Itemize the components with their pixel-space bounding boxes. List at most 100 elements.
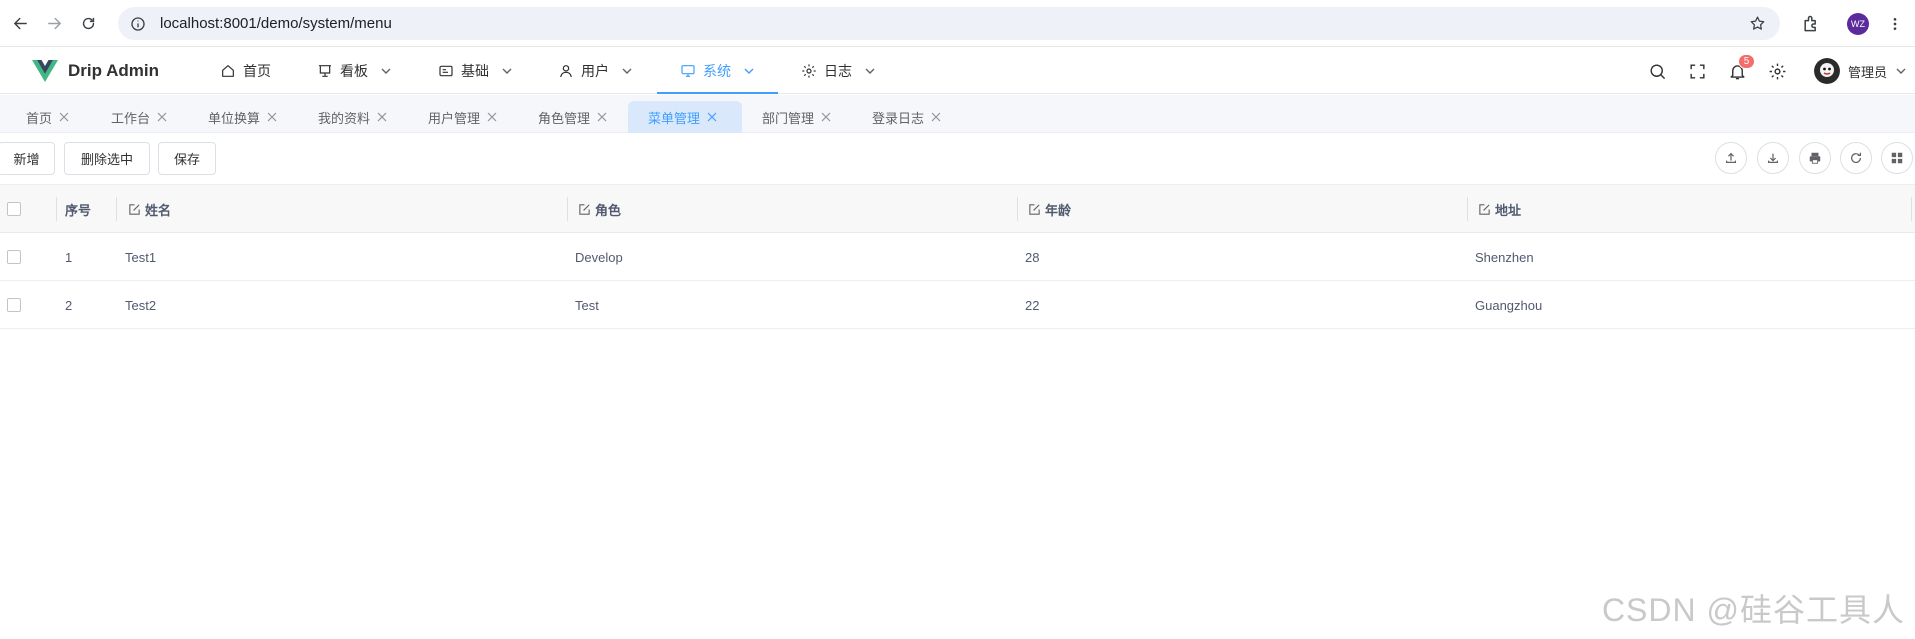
fullscreen-button[interactable] xyxy=(1688,62,1707,81)
column-divider[interactable] xyxy=(567,197,568,221)
extensions-icon[interactable] xyxy=(1801,14,1821,34)
page-tabs: 首页 工作台 单位换算 我的资料 用户管理 角色管理 菜单管理 部门管理 登录日… xyxy=(0,95,1915,133)
add-button[interactable]: 新增 xyxy=(0,142,55,175)
close-icon[interactable] xyxy=(487,112,497,122)
tab-department-management[interactable]: 部门管理 xyxy=(752,101,841,133)
row-checkbox[interactable] xyxy=(7,298,21,312)
gear-icon xyxy=(802,64,816,78)
tab-label: 用户管理 xyxy=(428,110,481,126)
tab-my-profile[interactable]: 我的资料 xyxy=(308,101,397,133)
app-logo[interactable]: Drip Admin xyxy=(32,59,159,83)
avatar-image-icon xyxy=(1813,58,1840,84)
settings-button[interactable] xyxy=(1768,62,1787,81)
chevron-down-icon xyxy=(865,68,875,74)
chevron-down-icon xyxy=(622,68,632,74)
cell-role[interactable]: Test xyxy=(575,281,599,329)
notification-button[interactable]: 5 xyxy=(1728,53,1755,81)
column-header-address[interactable]: 地址 xyxy=(1478,185,1521,233)
reload-button[interactable] xyxy=(74,9,102,37)
column-header-name[interactable]: 姓名 xyxy=(128,185,171,233)
address-url[interactable]: localhost:8001/demo/system/menu xyxy=(160,15,392,32)
refresh-button[interactable] xyxy=(1840,142,1872,174)
row-checkbox[interactable] xyxy=(7,250,21,264)
tab-label: 登录日志 xyxy=(872,110,925,126)
close-icon[interactable] xyxy=(267,112,277,122)
column-header-role[interactable]: 角色 xyxy=(578,185,621,233)
forward-button[interactable] xyxy=(40,9,68,37)
menu-item-dashboard[interactable]: 看板 xyxy=(317,48,392,94)
close-icon[interactable] xyxy=(821,112,831,122)
export-button[interactable] xyxy=(1757,142,1789,174)
column-settings-button[interactable] xyxy=(1881,142,1913,174)
tab-role-management[interactable]: 角色管理 xyxy=(528,101,617,133)
close-icon[interactable] xyxy=(931,112,941,122)
table-header: 序号 姓名 角色 年龄 地址 xyxy=(0,185,1915,233)
tab-label: 我的资料 xyxy=(318,110,371,126)
column-title: 姓名 xyxy=(145,202,172,218)
cell-role[interactable]: Develop xyxy=(575,233,623,281)
column-header-seq[interactable]: 序号 xyxy=(65,185,91,233)
cell-name[interactable]: Test1 xyxy=(125,233,156,281)
cell-age[interactable]: 28 xyxy=(1025,233,1039,281)
column-divider[interactable] xyxy=(1467,197,1468,221)
back-button[interactable] xyxy=(6,9,34,37)
tab-workbench[interactable]: 工作台 xyxy=(101,101,177,133)
site-info-icon[interactable] xyxy=(130,16,146,32)
address-bar[interactable]: localhost:8001/demo/system/menu xyxy=(118,7,1780,40)
table-row[interactable]: 1 Test1 Develop 28 Shenzhen xyxy=(0,233,1915,281)
print-button[interactable] xyxy=(1799,142,1831,174)
tab-menu-management[interactable]: 菜单管理 xyxy=(628,101,742,133)
tab-user-management[interactable]: 用户管理 xyxy=(418,101,507,133)
arrow-left-icon xyxy=(13,17,27,29)
row-select-cell[interactable] xyxy=(7,281,21,329)
chevron-down-icon[interactable] xyxy=(1895,65,1907,77)
menu-item-system[interactable]: 系统 xyxy=(657,48,778,94)
menu-item-log[interactable]: 日志 xyxy=(801,48,876,94)
bookmark-star-icon[interactable] xyxy=(1749,15,1766,32)
tab-home[interactable]: 首页 xyxy=(16,101,79,133)
column-title: 年龄 xyxy=(1045,202,1072,218)
column-header-age[interactable]: 年龄 xyxy=(1028,185,1071,233)
user-avatar[interactable] xyxy=(1813,58,1840,84)
menu-item-basic[interactable]: 基础 xyxy=(438,48,513,94)
save-button[interactable]: 保存 xyxy=(158,142,216,175)
menu-label: 系统 xyxy=(703,63,731,79)
close-icon[interactable] xyxy=(59,112,69,122)
chevron-down-icon xyxy=(502,68,512,74)
close-icon[interactable] xyxy=(157,112,167,122)
search-button[interactable] xyxy=(1648,62,1667,81)
table-row[interactable]: 2 Test2 Test 22 Guangzhou xyxy=(0,281,1915,329)
presentation-board-icon xyxy=(319,65,331,77)
data-table: 序号 姓名 角色 年龄 地址 1 Test1 Develop 28 Shenzh… xyxy=(0,185,1915,329)
column-divider[interactable] xyxy=(1911,197,1912,221)
cell-name[interactable]: Test2 xyxy=(125,281,156,329)
select-all-checkbox[interactable] xyxy=(7,202,21,216)
tab-unit-conversion[interactable]: 单位换算 xyxy=(198,101,287,133)
more-vertical-icon[interactable] xyxy=(1887,16,1903,32)
print-icon xyxy=(1809,152,1821,164)
close-icon[interactable] xyxy=(377,112,387,122)
search-icon xyxy=(1650,63,1666,79)
cell-address[interactable]: Shenzhen xyxy=(1475,233,1534,281)
menu-item-user[interactable]: 用户 xyxy=(558,48,633,94)
menu-label: 看板 xyxy=(340,63,368,79)
cell-seq: 2 xyxy=(65,297,73,313)
row-select-cell[interactable] xyxy=(7,233,21,281)
edit-icon xyxy=(129,203,140,215)
select-all-cell[interactable] xyxy=(7,185,21,233)
cell-age[interactable]: 22 xyxy=(1025,281,1039,329)
column-divider[interactable] xyxy=(1017,197,1018,221)
column-divider[interactable] xyxy=(116,197,117,221)
close-icon[interactable] xyxy=(597,112,607,122)
tab-label: 单位换算 xyxy=(208,110,261,126)
import-button[interactable] xyxy=(1715,142,1747,174)
cell-address[interactable]: Guangzhou xyxy=(1475,281,1542,329)
columns-icon xyxy=(1891,152,1903,164)
tab-login-log[interactable]: 登录日志 xyxy=(862,101,951,133)
user-name[interactable]: 管理员 xyxy=(1848,62,1887,81)
close-icon[interactable] xyxy=(707,112,717,122)
user-icon xyxy=(560,65,572,78)
profile-avatar[interactable]: WZ xyxy=(1847,12,1869,35)
menu-item-home[interactable]: 首页 xyxy=(220,48,271,94)
delete-selected-button[interactable]: 删除选中 xyxy=(64,142,150,175)
